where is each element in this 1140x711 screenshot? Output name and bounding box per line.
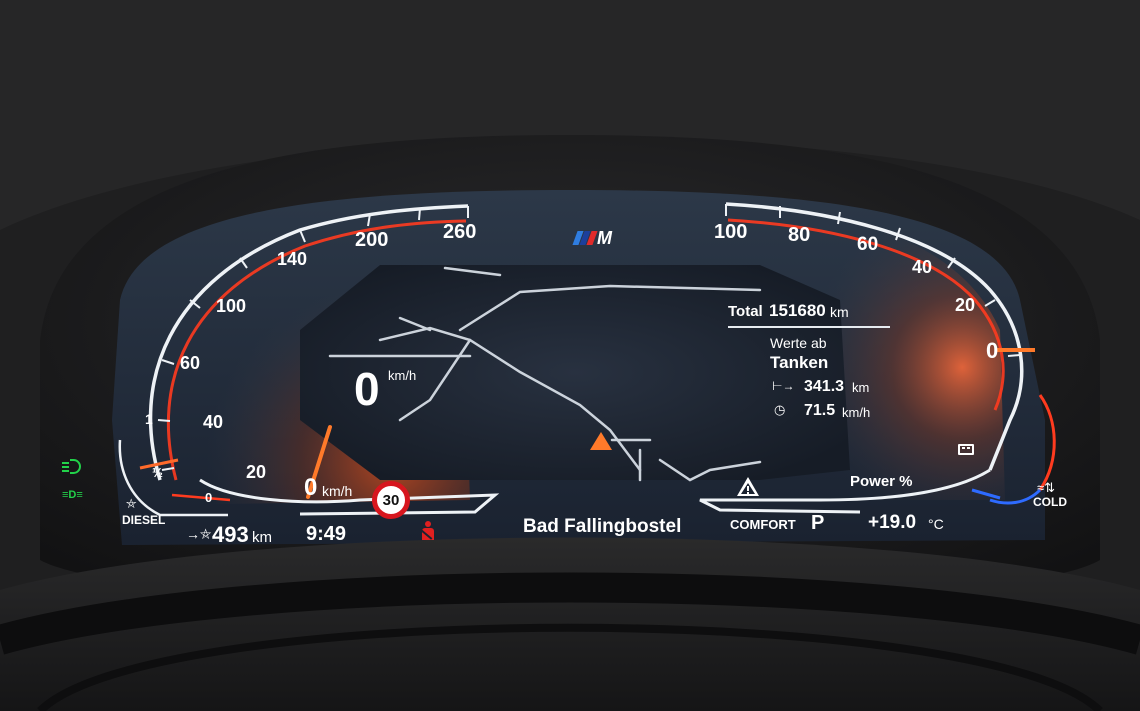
engine-temperature-icon: ≈⇅	[1037, 480, 1056, 495]
fuel-type-label: DIESEL	[122, 513, 166, 527]
trip-divider	[728, 326, 890, 328]
power-tick-60: 60	[857, 234, 879, 255]
trip-computer-panel: Total 151680 km Werte ab Tanken ⊢→ 341.3…	[728, 300, 896, 430]
trip-total-unit: km	[830, 304, 849, 320]
fuel-tick-full: 1	[145, 411, 153, 427]
speedo-tick-40: 40	[203, 412, 224, 432]
instrument-cluster-photo	[0, 0, 1140, 711]
seatbelt-warning-icon	[420, 521, 436, 543]
power-tick-80: 80	[788, 224, 811, 246]
trip-avg-speed-value: 71.5	[804, 402, 836, 419]
power-tick-0: 0	[986, 338, 999, 363]
drive-mode: COMFORT	[730, 517, 796, 532]
range-unit: km	[252, 529, 272, 546]
warning-triangle-icon	[737, 477, 759, 497]
speedo-tick-260: 260	[443, 221, 477, 243]
outside-temperature: +19.0	[868, 512, 917, 533]
temp-gauge-cold-label: COLD	[1033, 495, 1067, 509]
power-tick-20: 20	[955, 295, 976, 315]
power-tick-100: 100	[714, 221, 748, 243]
speedo-current-speed: 0	[304, 474, 318, 501]
distance-icon: ⊢→	[772, 379, 795, 393]
fuel-tick-empty: 0	[205, 490, 213, 505]
speedo-tick-200: 200	[355, 229, 389, 251]
speedo-unit: km/h	[322, 483, 353, 499]
outside-temperature-unit: °C	[928, 516, 944, 532]
speedo-tick-60: 60	[180, 353, 201, 373]
range-fuel-icon: →⛤	[186, 526, 212, 542]
trip-since-label: Werte ab	[770, 335, 827, 351]
average-speed-icon: ◷	[774, 402, 786, 417]
clock-time: 9:49	[306, 523, 347, 545]
navigation-position-arrow-icon	[590, 432, 612, 450]
m-logo-text: M	[597, 228, 612, 248]
current-location: Bad Fallingbostel	[523, 516, 682, 537]
gear-indicator: P	[811, 512, 825, 534]
trip-since-value: Tanken	[770, 353, 829, 372]
trip-distance-unit: km	[852, 380, 870, 395]
fuel-pump-icon: ⛤	[126, 496, 137, 511]
power-tick-40: 40	[912, 257, 933, 277]
range-value: 493	[212, 522, 249, 547]
speed-limit-sign: 30	[372, 481, 410, 519]
power-gauge-label: Power %	[850, 473, 913, 490]
speedo-tick-140: 140	[277, 249, 308, 269]
speedo-tick-20: 20	[246, 462, 267, 482]
speedo-tick-100: 100	[216, 296, 247, 316]
trip-total-value: 151680	[769, 301, 826, 320]
fog-light-icon: ≡D≡	[62, 489, 83, 501]
trip-distance-value: 341.3	[804, 378, 845, 395]
fuel-tick-half: ½	[152, 465, 163, 480]
m-logo: M	[572, 228, 621, 248]
trip-total-label: Total	[728, 303, 763, 320]
nav-speed-unit: km/h	[388, 368, 417, 383]
low-beam-headlight-icon	[62, 459, 82, 475]
battery-icon	[958, 444, 974, 455]
speed-limit-value: 30	[382, 491, 400, 509]
nav-speed-value: 0	[354, 363, 380, 415]
trip-avg-speed-unit: km/h	[842, 405, 871, 420]
